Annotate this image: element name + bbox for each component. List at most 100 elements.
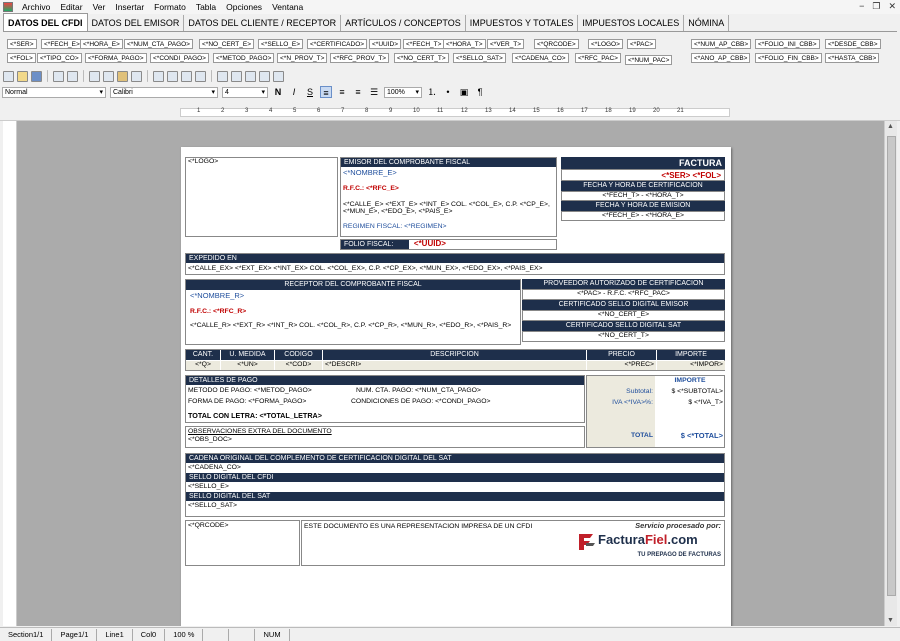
token-button[interactable]: <*HASTA_CBB> <box>825 53 880 63</box>
justify-button[interactable]: ☰ <box>368 86 380 98</box>
table-delete-icon[interactable] <box>259 70 270 82</box>
token-button[interactable]: <*NO_CERT_E> <box>199 39 255 49</box>
token-button[interactable]: <*FORMA_PAGO> <box>85 53 147 63</box>
underline-button[interactable]: S <box>304 86 316 98</box>
token-button[interactable]: <*RFC_PROV_T> <box>330 53 390 63</box>
copy-icon[interactable] <box>103 70 114 82</box>
open-folder-icon[interactable] <box>17 70 28 82</box>
token-button[interactable]: <*FOL> <box>7 53 36 63</box>
undo-icon[interactable] <box>153 70 164 82</box>
token-button[interactable]: <*PAC> <box>627 39 657 49</box>
token-button[interactable]: <*QRCODE> <box>534 39 579 49</box>
token-button[interactable]: <*TIPO_CO> <box>37 53 82 63</box>
tab-impuestos-totales[interactable]: IMPUESTOS Y TOTALES <box>465 15 579 31</box>
sellos-block[interactable]: CADENA ORIGINAL DEL COMPLEMENTO DE CERTI… <box>185 453 725 517</box>
conceptos-table[interactable]: CANT. U. MEDIDA CODIGO DESCRIPCION PRECI… <box>185 349 725 371</box>
token-button[interactable]: <*NUM_CTA_PAGO> <box>124 39 193 49</box>
minimize-icon[interactable]: − <box>859 1 864 12</box>
columns-icon[interactable] <box>217 70 228 82</box>
italic-button[interactable]: I <box>288 86 300 98</box>
cut-icon[interactable] <box>89 70 100 82</box>
scrollbar-thumb[interactable] <box>887 136 896 596</box>
tab-datos-cfdi[interactable]: DATOS DEL CFDI <box>3 13 88 31</box>
token-button[interactable]: <*FOLIO_INI_CBB> <box>755 39 820 49</box>
token-button[interactable]: <*CADENA_CO> <box>512 53 569 63</box>
token-button[interactable]: <*NO_CERT_T> <box>394 53 449 63</box>
align-left-button[interactable]: ≡ <box>320 86 332 98</box>
detalles-pago-cell[interactable]: DETALLES DE PAGO METODO DE PAGO: <*METOD… <box>185 375 585 423</box>
close-icon[interactable]: ✕ <box>888 1 896 12</box>
token-button[interactable]: <*NUM_PAC> <box>625 55 673 65</box>
token-button[interactable]: <*CONDI_PAGO> <box>150 53 209 63</box>
menu-insertar[interactable]: Insertar <box>110 2 149 12</box>
image-icon[interactable] <box>273 70 284 82</box>
restore-icon[interactable]: ❐ <box>872 1 880 12</box>
expedido-cell[interactable]: EXPEDIDO EN <*CALLE_EX> <*EXT_EX> <*INT_… <box>185 253 725 275</box>
token-button[interactable]: <*DESDE_CBB> <box>825 39 881 49</box>
leyenda-cell[interactable]: ESTE DOCUMENTO ES UNA REPRESENTACION IMP… <box>301 520 725 566</box>
token-button[interactable]: <*FECH_T> <box>403 39 445 49</box>
token-button[interactable]: <*NUM_AP_CBB> <box>691 39 752 49</box>
document-page[interactable]: <*LOGO> EMISOR DEL COMPROBANTE FISCAL <*… <box>181 147 731 626</box>
totales-block[interactable]: IMPORTE Subtotal: $ <*SUBTOTAL> IVA <*IV… <box>586 375 725 448</box>
token-button[interactable]: <*RFC_PAC> <box>575 53 621 63</box>
logo-cell[interactable]: <*LOGO> <box>185 157 338 237</box>
frame-button[interactable]: ▣ <box>458 86 470 98</box>
save-icon[interactable] <box>31 70 42 82</box>
vertical-scrollbar[interactable]: ▲ ▼ <box>884 121 897 626</box>
insert-table-icon[interactable] <box>245 70 256 82</box>
print-icon[interactable] <box>53 70 64 82</box>
observaciones-cell[interactable]: OBSERVACIONES EXTRA DEL DOCUMENTO <*OBS_… <box>185 426 585 448</box>
scroll-up-icon[interactable]: ▲ <box>887 123 894 130</box>
font-select[interactable]: Calibri <box>110 86 218 98</box>
align-center-button[interactable]: ≡ <box>336 86 348 98</box>
tab-impuestos-locales[interactable]: IMPUESTOS LOCALES <box>578 15 685 31</box>
token-button[interactable]: <*SELLO_E> <box>258 39 304 49</box>
menu-archivo[interactable]: Archivo <box>17 2 55 12</box>
token-button[interactable]: <*UUID> <box>369 39 402 49</box>
token-button[interactable]: <*CERTIFICADO> <box>307 39 368 49</box>
token-button[interactable]: <*FECH_E> <box>41 39 83 49</box>
find-icon[interactable] <box>181 70 192 82</box>
token-button[interactable]: <*HORA_E> <box>80 39 123 49</box>
scroll-down-icon[interactable]: ▼ <box>887 617 894 624</box>
token-button[interactable]: <*N_PROV_T> <box>277 53 328 63</box>
folio-fiscal-cell[interactable]: FOLIO FISCAL: <*UUID> <box>340 239 557 250</box>
menu-ventana[interactable]: Ventana <box>267 2 308 12</box>
delete-icon[interactable] <box>131 70 142 82</box>
token-button[interactable]: <*VER_T> <box>487 39 525 49</box>
paste-icon[interactable] <box>117 70 128 82</box>
emisor-cell[interactable]: EMISOR DEL COMPROBANTE FISCAL <*NOMBRE_E… <box>340 157 557 237</box>
new-document-icon[interactable] <box>3 70 14 82</box>
tab-nomina[interactable]: NÓMINA <box>684 15 730 31</box>
token-button[interactable]: <*LOGO> <box>588 39 623 49</box>
token-button[interactable]: <*SER> <box>7 39 37 49</box>
pac-block[interactable]: PROVEEDOR AUTORIZADO DE CERTIFICACION <*… <box>522 279 725 345</box>
zoom-select[interactable]: 100% <box>384 86 422 98</box>
token-button[interactable]: <*METOD_PAGO> <box>213 53 275 63</box>
tab-datos-emisor[interactable]: DATOS DEL EMISOR <box>87 15 185 31</box>
print-preview-icon[interactable] <box>67 70 78 82</box>
tab-datos-cliente[interactable]: DATOS DEL CLIENTE / RECEPTOR <box>184 15 342 31</box>
menu-ver[interactable]: Ver <box>88 2 111 12</box>
align-right-button[interactable]: ≡ <box>352 86 364 98</box>
font-size-select[interactable]: 4 <box>222 86 268 98</box>
menu-editar[interactable]: Editar <box>55 2 87 12</box>
factura-block[interactable]: FACTURA <*SER> <*FOL> FECHA Y HORA DE CE… <box>561 157 725 227</box>
redo-icon[interactable] <box>167 70 178 82</box>
token-button[interactable]: <*ANO_AP_CBB> <box>691 53 751 63</box>
bullet-list-button[interactable]: • <box>442 86 454 98</box>
menu-opciones[interactable]: Opciones <box>221 2 267 12</box>
token-button[interactable]: <*HORA_T> <box>443 39 486 49</box>
token-button[interactable]: <*FOLIO_FIN_CBB> <box>755 53 822 63</box>
table-icon[interactable] <box>231 70 242 82</box>
ruler-track[interactable]: 1 2 3 4 5 6 7 8 9 10 11 12 13 14 15 16 1… <box>180 108 730 117</box>
qrcode-cell[interactable]: <*QRCODE> <box>185 520 300 566</box>
bold-button[interactable]: N <box>272 86 284 98</box>
menu-tabla[interactable]: Tabla <box>191 2 221 12</box>
style-select[interactable]: Normal <box>2 86 106 98</box>
token-button[interactable]: <*SELLO_SAT> <box>453 53 506 63</box>
paragraph-marks-button[interactable]: ¶ <box>474 86 486 98</box>
numbered-list-button[interactable]: ⒈ <box>426 86 438 98</box>
receptor-cell[interactable]: RECEPTOR DEL COMPROBANTE FISCAL <*NOMBRE… <box>185 279 521 345</box>
